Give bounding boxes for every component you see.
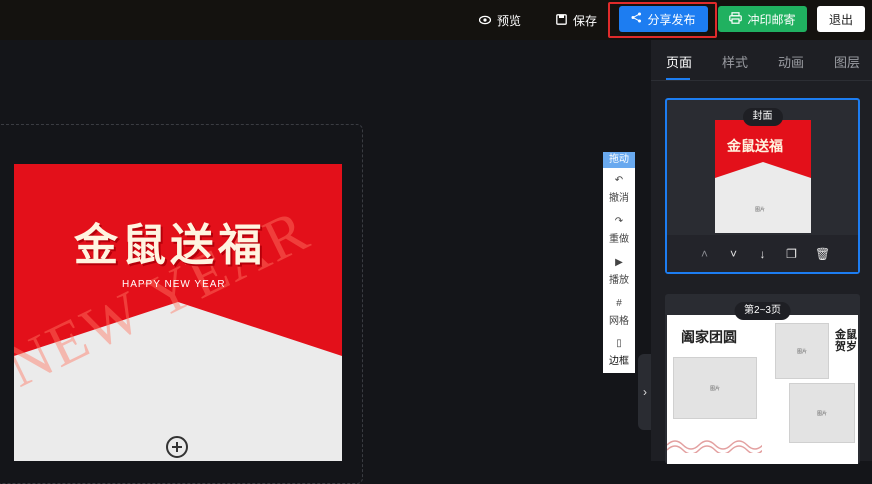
chevron-right-icon: › — [643, 385, 647, 399]
undo-icon: ↶ — [614, 175, 624, 186]
right-sidebar: 页面 样式 动画 图层 封面 金鼠送福 图片 ˄ ˅ ↓ ❐ 🗑 第2~3页 阖… — [651, 40, 872, 464]
spread-photo-slot: 图片 — [673, 357, 757, 419]
save-label: 保存 — [573, 14, 598, 28]
thumbnail-placeholder: 图片 — [755, 207, 766, 213]
chevron-down-icon[interactable]: ˅ — [728, 247, 739, 261]
frame-button[interactable]: ▯ 边框 — [603, 333, 635, 373]
spread-right-title: 金鼠贺岁 — [835, 328, 857, 353]
tab-animation[interactable]: 动画 — [778, 52, 804, 71]
save-button[interactable]: 保存 — [556, 12, 597, 29]
cover-subtitle[interactable]: HAPPY NEW YEAR — [122, 279, 226, 290]
printer-icon — [729, 11, 743, 27]
grid-label: 网格 — [609, 316, 629, 327]
play-button[interactable]: ▶ 播放 — [603, 252, 635, 292]
thumbnail-preview: 金鼠送福 图片 — [715, 120, 811, 233]
redo-label: 重做 — [609, 234, 629, 245]
save-icon — [556, 13, 567, 28]
grid-button[interactable]: # 网格 — [603, 293, 635, 333]
spread-preview: 阖家团圆 图片 图片 图片 金鼠贺岁 — [667, 315, 858, 464]
play-label: 播放 — [609, 275, 629, 286]
share-icon — [631, 12, 642, 26]
tab-style[interactable]: 样式 — [722, 52, 748, 71]
tab-pages[interactable]: 页面 — [666, 52, 692, 71]
thumbnail-actions: ˄ ˅ ↓ ❐ 🗑 — [667, 235, 858, 272]
spread-photo-slot: 图片 — [775, 323, 829, 379]
print-label: 冲印邮寄 — [747, 12, 796, 27]
print-mail-button[interactable]: 冲印邮寄 — [718, 6, 807, 32]
frame-label: 边框 — [609, 356, 629, 367]
trash-icon[interactable]: 🗑 — [815, 247, 830, 261]
eye-icon — [478, 14, 492, 28]
thumbnail-title: 金鼠送福 — [727, 139, 783, 155]
spread-photo-slot: 图片 — [789, 383, 855, 443]
share-label: 分享发布 — [647, 12, 696, 27]
copy-icon[interactable]: ❐ — [786, 247, 797, 261]
sidebar-tabs: 页面 样式 动画 图层 — [651, 40, 872, 81]
cover-page[interactable]: NEW YEAR 金鼠送福 HAPPY NEW YEAR — [14, 164, 342, 461]
page-thumbnail-cover[interactable]: 封面 金鼠送福 图片 ˄ ˅ ↓ ❐ 🗑 — [665, 98, 860, 274]
frame-icon: ▯ — [616, 338, 622, 349]
redo-button[interactable]: ↷ 重做 — [603, 211, 635, 251]
sidebar-collapse-toggle[interactable]: › — [638, 354, 652, 430]
cover-title[interactable]: 金鼠送福 — [74, 209, 266, 273]
page-thumbnail-spread[interactable]: 第2~3页 阖家团圆 图片 图片 图片 金鼠贺岁 — [665, 294, 860, 464]
grid-icon: # — [616, 298, 622, 309]
play-icon: ▶ — [615, 257, 623, 268]
exit-button[interactable]: 退出 — [817, 6, 865, 32]
spread-wave-decoration — [667, 440, 762, 453]
preview-button[interactable]: 预览 — [478, 12, 522, 29]
active-tab-indicator — [666, 78, 690, 80]
thumbnail-badge: 封面 — [742, 108, 783, 126]
preview-label: 预览 — [497, 14, 522, 28]
drag-handle[interactable]: 拖动 — [603, 152, 635, 168]
undo-button[interactable]: ↶ 撤消 — [603, 170, 635, 210]
add-photo-icon[interactable] — [166, 436, 188, 458]
floating-toolstrip: 拖动 ↶ 撤消 ↷ 重做 ▶ 播放 # 网格 ▯ 边框 — [603, 152, 635, 373]
share-publish-button[interactable]: 分享发布 — [619, 6, 708, 32]
top-toolbar: 预览 保存 分享发布 冲印邮寄 退出 — [0, 0, 872, 40]
undo-label: 撤消 — [609, 193, 629, 204]
spread-left-title: 阖家团圆 — [681, 330, 737, 346]
redo-icon: ↷ — [614, 216, 624, 227]
thumbnail-badge: 第2~3页 — [734, 302, 791, 320]
chevron-up-icon[interactable]: ˄ — [699, 247, 710, 261]
arrow-down-icon[interactable]: ↓ — [757, 247, 768, 261]
tab-layers[interactable]: 图层 — [834, 52, 860, 71]
